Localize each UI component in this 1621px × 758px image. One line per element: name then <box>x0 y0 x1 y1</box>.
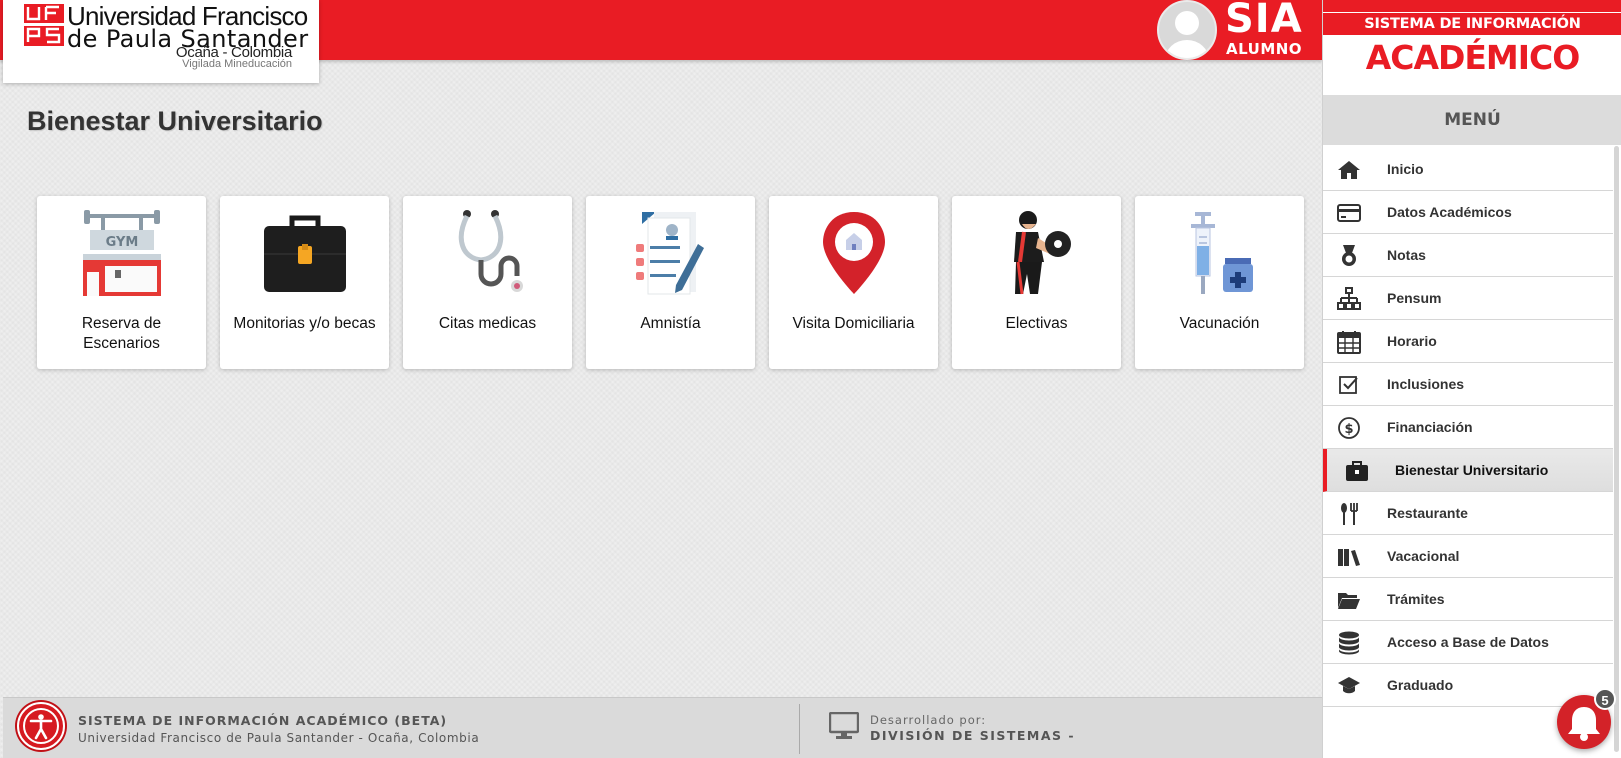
card-visita-domiciliaria[interactable]: Visita Domiciliaria <box>769 196 938 369</box>
accessibility-button[interactable] <box>17 702 65 750</box>
briefcase-icon <box>264 215 346 292</box>
sidebar-item-bienestar-universitario[interactable]: Bienestar Universitario <box>1323 449 1613 492</box>
sidebar-item-pensum[interactable]: Pensum <box>1323 277 1613 320</box>
sidebar: SISTEMA DE INFORMACIÓN ACADÉMICO MENÚ In… <box>1322 0 1621 758</box>
credit-card-icon <box>1337 204 1361 222</box>
card-label: Monitorias y/o becas <box>233 315 376 332</box>
sidebar-scrollbar[interactable] <box>1614 146 1619 752</box>
sidebar-item-datos-academicos[interactable]: Datos Académicos <box>1323 191 1613 234</box>
sidebar-academic-label: ACADÉMICO <box>1365 38 1581 77</box>
sidebar-item-tramites[interactable]: Trámites <box>1323 578 1613 621</box>
card-citas-medicas[interactable]: Citas medicas <box>403 196 572 369</box>
sidebar-item-restaurante[interactable]: Restaurante <box>1323 492 1613 535</box>
sitemap-icon <box>1337 287 1361 310</box>
developed-by-label: Desarrollado por: <box>870 713 987 727</box>
app-role: ALUMNO <box>1226 40 1303 58</box>
calendar-icon <box>1337 331 1361 354</box>
accessibility-icon <box>23 708 59 744</box>
notification-count-badge: 5 <box>1594 688 1616 710</box>
sidebar-item-label: Restaurante <box>1387 505 1468 521</box>
card-monitorias-becas[interactable]: Monitorias y/o becas <box>220 196 389 369</box>
sidebar-item-label: Inclusiones <box>1387 376 1465 392</box>
sidebar-menu-header: MENÚ <box>1323 95 1621 145</box>
syringe-icon <box>1191 212 1253 294</box>
card-label: Reserva de Escenarios <box>81 315 162 352</box>
university-logo[interactable]: Universidad Francisco de Paula Santander… <box>3 0 319 83</box>
svg-text:$: $ <box>1344 422 1353 437</box>
ufps-logo-icon <box>24 4 64 46</box>
sidebar-item-label: Pensum <box>1387 290 1442 306</box>
sidebar-item-inicio[interactable]: Inicio <box>1323 148 1613 191</box>
services-grid: GYM Reserva de Escenarios Monitorias y/o… <box>37 196 1304 369</box>
sidebar-item-label: Vacacional <box>1387 548 1460 564</box>
sidebar-item-label: Bienestar Universitario <box>1395 462 1549 478</box>
sidebar-item-label: Datos Académicos <box>1387 204 1512 220</box>
checkbox-icon <box>1339 376 1358 394</box>
document-pen-icon <box>636 212 704 295</box>
monitor-icon <box>829 712 859 739</box>
page-title: Bienestar Universitario <box>27 106 323 136</box>
sidebar-item-inclusiones[interactable]: Inclusiones <box>1323 363 1613 406</box>
medal-icon <box>1342 245 1356 266</box>
footer: SISTEMA DE INFORMACIÓN ACADÉMICO (BETA) … <box>3 697 1322 758</box>
card-label: Visita Domiciliaria <box>792 315 915 332</box>
svg-text:GYM: GYM <box>106 235 139 250</box>
user-avatar[interactable] <box>1157 0 1217 60</box>
home-icon <box>1338 161 1360 179</box>
card-amnistia[interactable]: Amnistía <box>586 196 755 369</box>
card-label: Electivas <box>1005 315 1068 332</box>
gym-icon: GYM <box>83 210 161 296</box>
utensils-icon <box>1341 503 1358 525</box>
card-label: Citas medicas <box>438 315 537 332</box>
footer-subtitle: Universidad Francisco de Paula Santander… <box>78 731 480 745</box>
division-name: DIVISIÓN DE SISTEMAS - <box>870 728 1076 743</box>
app-name: SIA <box>1225 0 1303 42</box>
sidebar-item-horario[interactable]: Horario <box>1323 320 1613 363</box>
books-icon <box>1338 549 1360 566</box>
card-reserva-escenarios[interactable]: GYM Reserva de Escenarios <box>37 196 206 369</box>
footer-divider <box>799 704 800 754</box>
sidebar-top-strip <box>1323 0 1621 12</box>
sidebar-item-label: Graduado <box>1387 677 1454 693</box>
dollar-circle-icon: $ <box>1338 417 1360 439</box>
sidebar-system-label: SISTEMA DE INFORMACIÓN <box>1323 13 1621 35</box>
footer-title: SISTEMA DE INFORMACIÓN ACADÉMICO (BETA) <box>78 713 448 728</box>
sidebar-item-notas[interactable]: Notas <box>1323 234 1613 277</box>
stethoscope-icon <box>458 210 523 292</box>
university-tagline: Vigilada Mineducación <box>182 58 292 70</box>
location-pin-icon <box>823 212 885 294</box>
sidebar-item-financiacion[interactable]: $ Financiación <box>1323 406 1613 449</box>
sidebar-item-vacacional[interactable]: Vacacional <box>1323 535 1613 578</box>
folder-open-icon <box>1338 593 1360 609</box>
card-label: Vacunación <box>1179 315 1260 332</box>
sidebar-menu: Inicio Datos Académicos Notas Pensum Hor… <box>1323 148 1613 707</box>
sidebar-item-label: Trámites <box>1387 591 1445 607</box>
database-icon <box>1339 631 1359 655</box>
sidebar-item-label: Financiación <box>1387 419 1473 435</box>
sidebar-item-label: Acceso a Base de Datos <box>1387 634 1549 650</box>
graduation-cap-icon <box>1338 677 1360 694</box>
sidebar-item-label: Horario <box>1387 333 1437 349</box>
toolbox-icon <box>1346 461 1368 481</box>
sidebar-item-acceso-base-datos[interactable]: Acceso a Base de Datos <box>1323 621 1613 664</box>
card-label: Amnistía <box>640 315 701 332</box>
user-icon <box>1165 11 1209 58</box>
sidebar-item-label: Inicio <box>1387 161 1424 177</box>
card-electivas[interactable]: Electivas <box>952 196 1121 369</box>
sidebar-item-label: Notas <box>1387 247 1426 263</box>
weightlifter-icon <box>1014 211 1071 295</box>
card-vacunacion[interactable]: Vacunación <box>1135 196 1304 369</box>
